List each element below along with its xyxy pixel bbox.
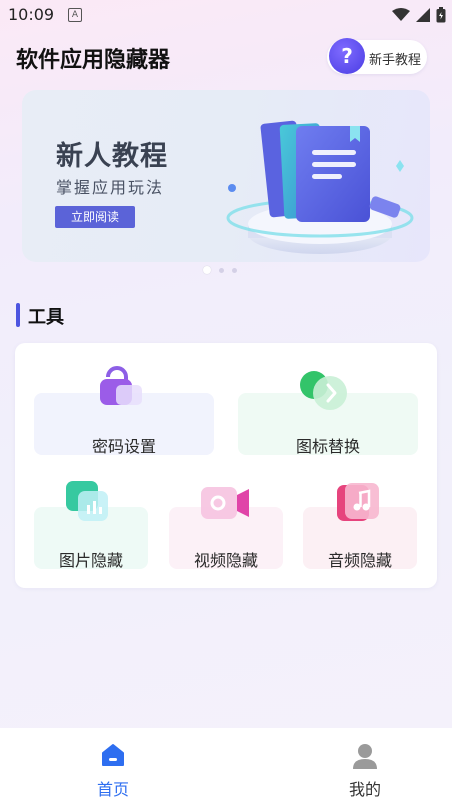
status-time: 10:09	[8, 5, 55, 24]
user-icon	[353, 744, 377, 769]
carousel-dot-1[interactable]	[203, 266, 211, 274]
tool-label: 音频隐藏	[327, 551, 392, 570]
bottom-nav: 首页 我的	[0, 728, 452, 803]
carousel-dot-3[interactable]	[232, 267, 237, 273]
tool-label: 图片隐藏	[58, 551, 123, 570]
tutorial-button[interactable]: ? 新手教程	[327, 38, 427, 74]
tool-label: 视频隐藏	[193, 551, 258, 570]
help-icon: ?	[329, 38, 365, 74]
home-icon	[102, 744, 124, 766]
section-title: 工具	[28, 307, 64, 328]
music-note-icon	[337, 483, 379, 521]
carousel-indicator[interactable]	[203, 266, 237, 274]
tool-audio-hide[interactable]: 音频隐藏	[303, 477, 417, 570]
tool-image-hide[interactable]: 图片隐藏	[34, 477, 148, 570]
page-title: 软件应用隐藏器	[16, 48, 171, 73]
section-accent-bar	[16, 303, 20, 327]
tool-label: 密码设置	[91, 437, 156, 456]
tool-label: 图标替换	[295, 437, 360, 456]
tool-password-settings[interactable]: 密码设置	[34, 363, 214, 456]
banner-title: 新人教程	[56, 141, 168, 172]
nav-label-mine: 我的	[348, 780, 381, 799]
status-bar: 10:09 A	[0, 0, 452, 30]
carousel-dot-2[interactable]	[219, 267, 224, 273]
video-camera-icon	[201, 487, 249, 519]
signal-icon	[416, 8, 430, 22]
nav-label-home: 首页	[96, 780, 129, 799]
nav-item-mine[interactable]: 我的	[252, 728, 452, 803]
banner-subtitle: 掌握应用玩法	[56, 178, 165, 197]
wifi-icon	[392, 8, 410, 21]
image-chart-icon	[66, 481, 108, 521]
battery-icon	[436, 7, 446, 23]
tools-card: 密码设置 图标替换 图片隐藏 视频隐藏 音频隐藏	[15, 343, 437, 588]
nav-item-home[interactable]: 首页	[0, 728, 226, 803]
status-icons	[392, 7, 446, 23]
lock-icon	[100, 366, 142, 405]
tutorial-banner[interactable]: 新人教程 掌握应用玩法 立即阅读	[22, 90, 430, 262]
swap-arrow-icon	[300, 371, 347, 410]
book-illustration	[226, 120, 414, 254]
tool-icon-replace[interactable]: 图标替换	[238, 363, 418, 456]
read-now-button[interactable]: 立即阅读	[55, 206, 135, 228]
notification-icon: A	[68, 8, 82, 22]
tutorial-button-label: 新手教程	[369, 53, 422, 68]
tool-video-hide[interactable]: 视频隐藏	[169, 477, 283, 570]
